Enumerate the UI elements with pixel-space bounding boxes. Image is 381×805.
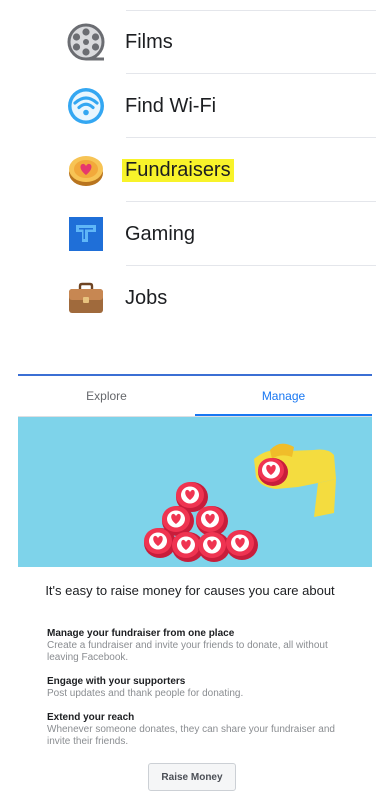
feature-description: Whenever someone donates, they can share… bbox=[47, 724, 335, 747]
feature-title: Manage your fundraiser from one place bbox=[47, 628, 235, 639]
feature-title: Engage with your supporters bbox=[47, 676, 186, 687]
raise-money-button[interactable]: Raise Money bbox=[148, 763, 236, 791]
briefcase-icon bbox=[66, 278, 106, 318]
hero-illustration bbox=[18, 417, 372, 567]
shortcut-menu: Films Find Wi-Fi Fundraisers Gaming Jobs bbox=[0, 10, 381, 330]
feature-manage: Manage your fundraiser from one place Cr… bbox=[47, 628, 347, 664]
menu-item-jobs[interactable]: Jobs bbox=[0, 266, 381, 330]
menu-item-label: Find Wi-Fi bbox=[125, 94, 217, 117]
feature-description: Create a fundraiser and invite your frie… bbox=[47, 640, 328, 663]
heart-coins-illustration bbox=[144, 443, 336, 562]
menu-item-label: Films bbox=[125, 30, 173, 53]
menu-item-label: Fundraisers bbox=[122, 158, 234, 182]
tab-manage[interactable]: Manage bbox=[195, 376, 372, 416]
fundraiser-tabs: Explore Manage bbox=[18, 374, 372, 416]
menu-item-label: Gaming bbox=[125, 222, 196, 245]
menu-item-films[interactable]: Films bbox=[0, 10, 381, 74]
feature-description: Post updates and thank people for donati… bbox=[47, 688, 244, 699]
film-reel-icon bbox=[66, 22, 106, 62]
menu-item-find-wifi[interactable]: Find Wi-Fi bbox=[0, 74, 381, 138]
feature-engage: Engage with your supporters Post updates… bbox=[47, 676, 347, 700]
wifi-icon bbox=[66, 86, 106, 126]
menu-item-gaming[interactable]: Gaming bbox=[0, 202, 381, 266]
gaming-icon bbox=[66, 214, 106, 254]
feature-extend-reach: Extend your reach Whenever someone donat… bbox=[47, 712, 347, 748]
fundraiser-headline: It's easy to raise money for causes you … bbox=[45, 583, 335, 598]
fundraiser-coin-icon bbox=[66, 150, 106, 190]
feature-title: Extend your reach bbox=[47, 712, 135, 723]
tab-explore[interactable]: Explore bbox=[18, 376, 195, 416]
menu-item-label: Jobs bbox=[125, 286, 168, 309]
menu-item-fundraisers[interactable]: Fundraisers bbox=[0, 138, 381, 202]
